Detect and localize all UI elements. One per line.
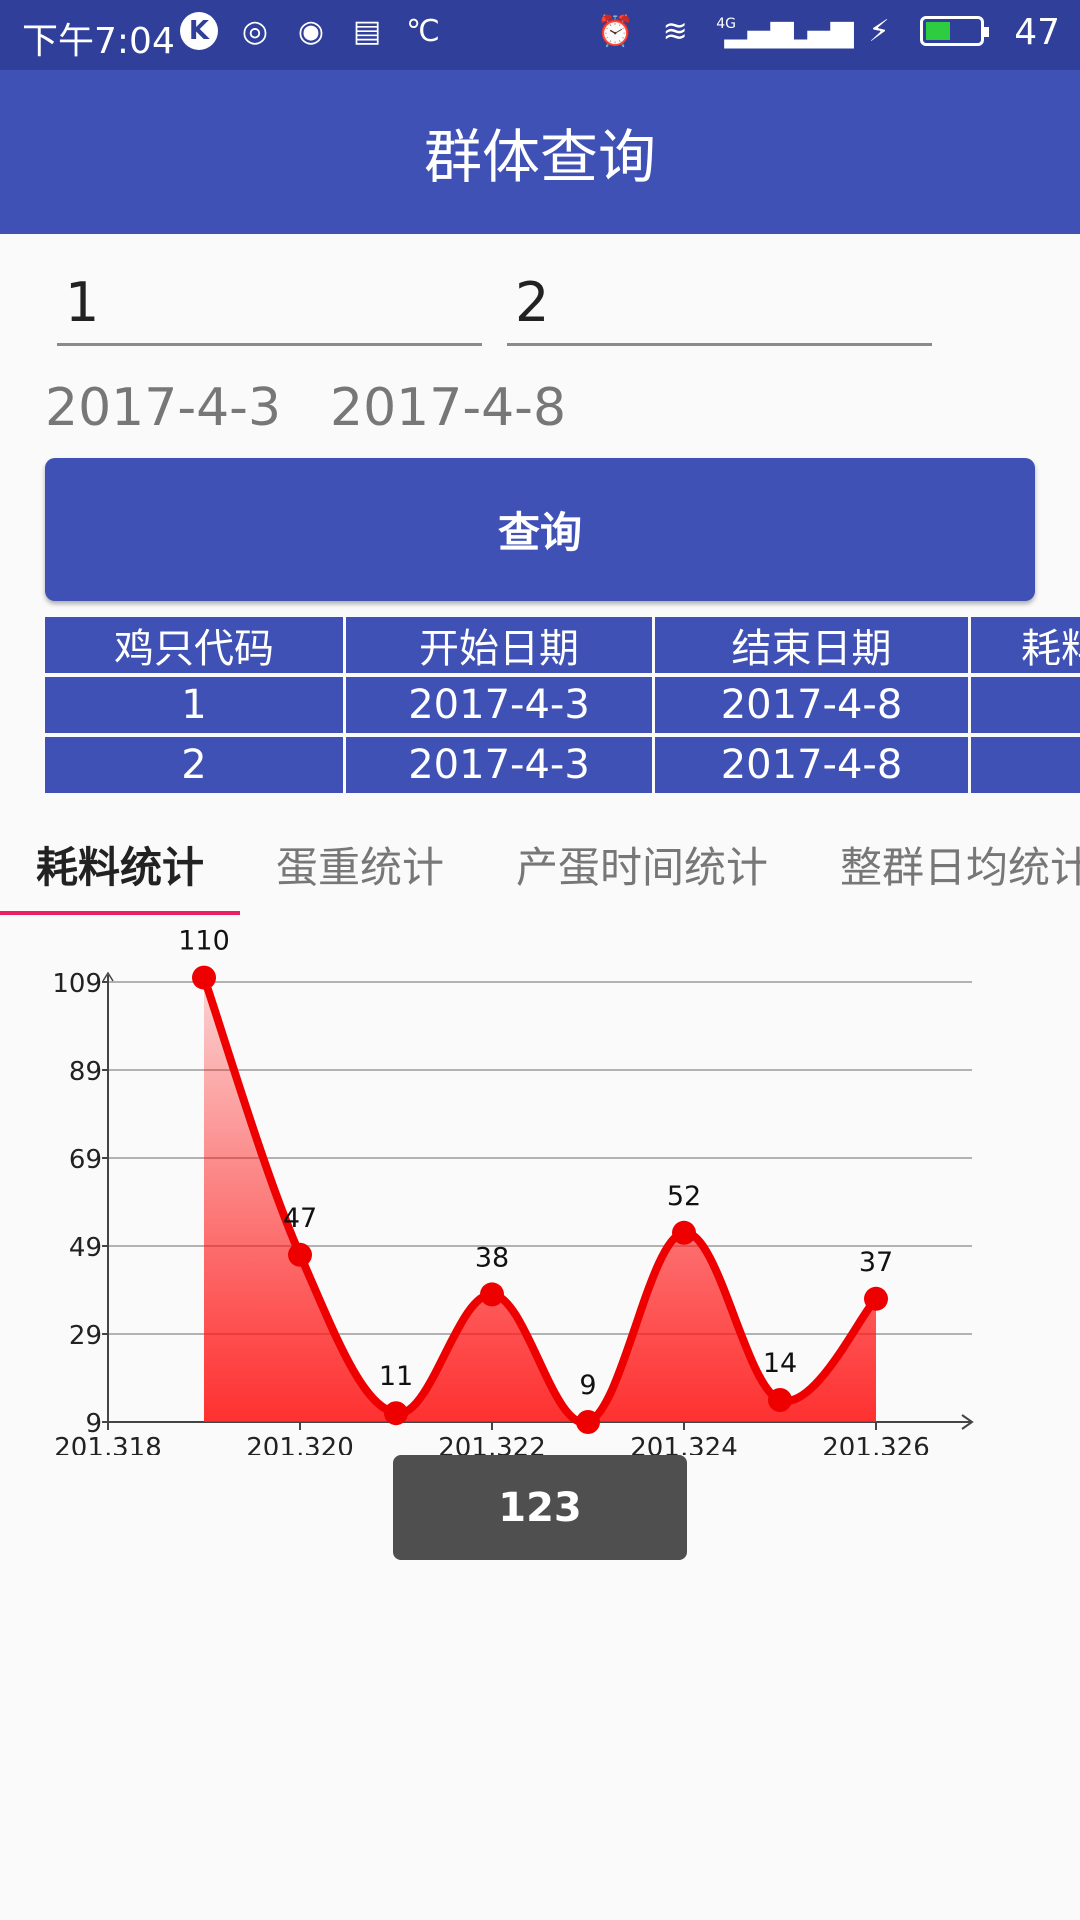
data-label: 11	[379, 1361, 413, 1392]
x-tick-label: 201,320	[246, 1433, 354, 1455]
weather-icon: ℃	[406, 13, 440, 49]
qq-icon: ◉	[297, 13, 325, 49]
data-point	[192, 965, 216, 990]
data-point	[864, 1286, 888, 1311]
news-icon: ▤	[352, 13, 382, 49]
battery-level: 47	[1014, 12, 1060, 53]
chicken-code-input-2[interactable]	[507, 262, 932, 346]
x-tick-label: 201,326	[822, 1433, 930, 1455]
k-app-icon: K	[180, 12, 218, 50]
table-cell: 2	[45, 737, 343, 793]
tab-egg-weight-stats[interactable]: 蛋重统计	[276, 834, 444, 895]
y-tick-label: 109	[52, 969, 102, 999]
end-date-picker[interactable]: 2017-4-8	[330, 378, 566, 438]
table-header-cell: 结束日期	[655, 617, 968, 673]
stats-tabs: 耗料统计 蛋重统计 产蛋时间统计 整群日均统计	[0, 820, 1080, 915]
table-cell: 2017-4-8	[655, 737, 968, 793]
weibo-icon: ◎	[241, 13, 269, 49]
status-bar: 下午7:04 K ◎ ◉ ▤ ℃ ⏰ ≋ 4G ▂▄▆ ▂▄▆ ⚡ 47	[0, 0, 1080, 70]
y-tick-label: 69	[69, 1145, 102, 1175]
data-point	[384, 1401, 408, 1426]
x-tick-label: 201,322	[438, 1433, 546, 1455]
chicken-code-input-1[interactable]	[57, 262, 482, 346]
x-tick-label: 201,324	[630, 1433, 738, 1455]
data-label: 38	[475, 1242, 509, 1273]
start-date-picker[interactable]: 2017-4-3	[45, 378, 281, 438]
query-button[interactable]: 查询	[45, 458, 1035, 601]
data-point	[672, 1220, 696, 1245]
toast: 123	[393, 1455, 687, 1560]
tab-feed-stats[interactable]: 耗料统计	[36, 834, 204, 895]
data-point	[288, 1242, 312, 1267]
result-table: 鸡只代码 开始日期 结束日期 耗料 1 2017-4-3 2017-4-8 2 …	[45, 617, 1080, 797]
table-header-cell: 开始日期	[346, 617, 652, 673]
table-header-row: 鸡只代码 开始日期 结束日期 耗料	[45, 617, 1080, 673]
table-cell: 1	[45, 677, 343, 733]
table-header-cell: 鸡只代码	[45, 617, 343, 673]
battery-icon	[920, 16, 989, 46]
data-label: 14	[763, 1348, 797, 1379]
system-icons: ⏰ ≋ 4G ▂▄▆ ▂▄▆ ⚡	[596, 12, 989, 50]
data-point	[480, 1282, 504, 1307]
status-time: 下午7:04	[22, 21, 175, 62]
table-row[interactable]: 2 2017-4-3 2017-4-8	[45, 737, 1080, 793]
data-label: 9	[579, 1370, 596, 1401]
battery-fill	[926, 22, 951, 40]
data-point	[576, 1410, 600, 1434]
table-cell	[971, 737, 1080, 793]
y-tick-label: 29	[69, 1321, 102, 1351]
tab-laying-time-stats[interactable]: 产蛋时间统计	[516, 834, 768, 895]
tab-flock-daily-stats[interactable]: 整群日均统计	[840, 834, 1080, 895]
x-tick-label: 201,318	[54, 1433, 162, 1455]
data-label: 47	[283, 1203, 317, 1234]
signal-icon: ▂▄▆	[784, 13, 854, 49]
signal-icon: ▂▄▆	[724, 13, 794, 49]
feed-consumption-chart: 9 29 49 69 89 109 201,318 201,320 201,322 201,324…	[52, 926, 974, 1455]
y-tick-label: 49	[69, 1233, 102, 1263]
data-label: 110	[178, 926, 230, 957]
table-cell	[971, 677, 1080, 733]
table-header-cell: 耗料	[971, 617, 1080, 673]
notification-icons: K ◎ ◉ ▤ ℃	[180, 12, 442, 50]
y-tick-label: 89	[69, 1057, 102, 1087]
alarm-icon: ⏰	[596, 13, 634, 49]
wifi-icon: ≋	[662, 13, 688, 49]
table-row[interactable]: 1 2017-4-3 2017-4-8	[45, 677, 1080, 733]
charging-icon: ⚡	[868, 13, 890, 49]
data-label: 52	[667, 1181, 701, 1212]
data-label: 37	[859, 1247, 893, 1278]
table-cell: 2017-4-8	[655, 677, 968, 733]
table-cell: 2017-4-3	[346, 677, 652, 733]
table-cell: 2017-4-3	[346, 737, 652, 793]
data-point	[768, 1388, 792, 1412]
page-title: 群体查询	[423, 123, 656, 191]
app-bar: 群体查询	[0, 70, 1080, 234]
